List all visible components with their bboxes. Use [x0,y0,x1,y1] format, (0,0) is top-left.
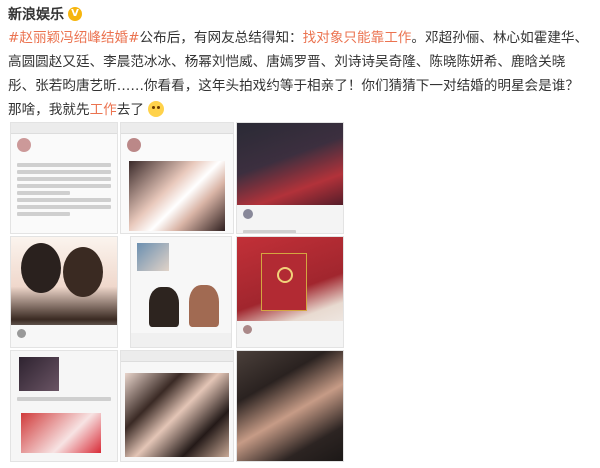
post-text-segment: 去了 [116,102,144,118]
author-name[interactable]: 新浪娱乐 [8,4,64,24]
hashtag-link[interactable]: #赵丽颖冯绍峰结婚# [8,30,140,46]
image-thumb[interactable] [10,350,118,462]
image-thumb[interactable] [10,236,118,348]
post-header: 新浪娱乐 V [8,4,82,24]
image-thumb[interactable] [236,350,344,462]
keyword-link[interactable]: 找对象只能靠工作 [303,30,412,46]
image-thumb[interactable] [236,236,344,348]
image-thumb[interactable] [10,122,118,234]
post-text-segment: 公布后，有网友总结得知： [139,30,303,46]
verified-badge-icon: V [68,7,82,21]
post-text: #赵丽颖冯绍峰结婚#公布后，有网友总结得知：找对象只能靠工作。邓超孙俪、林心如霍… [8,26,592,122]
smile-emoji-icon [148,101,165,117]
image-thumb[interactable] [120,122,234,234]
image-thumb[interactable] [236,122,344,234]
image-thumb[interactable] [120,350,234,462]
weibo-post: 新浪娱乐 V #赵丽颖冯绍峰结婚#公布后，有网友总结得知：找对象只能靠工作。邓超… [0,0,600,468]
keyword-link[interactable]: 工作 [90,102,117,118]
image-thumb[interactable] [130,236,232,348]
